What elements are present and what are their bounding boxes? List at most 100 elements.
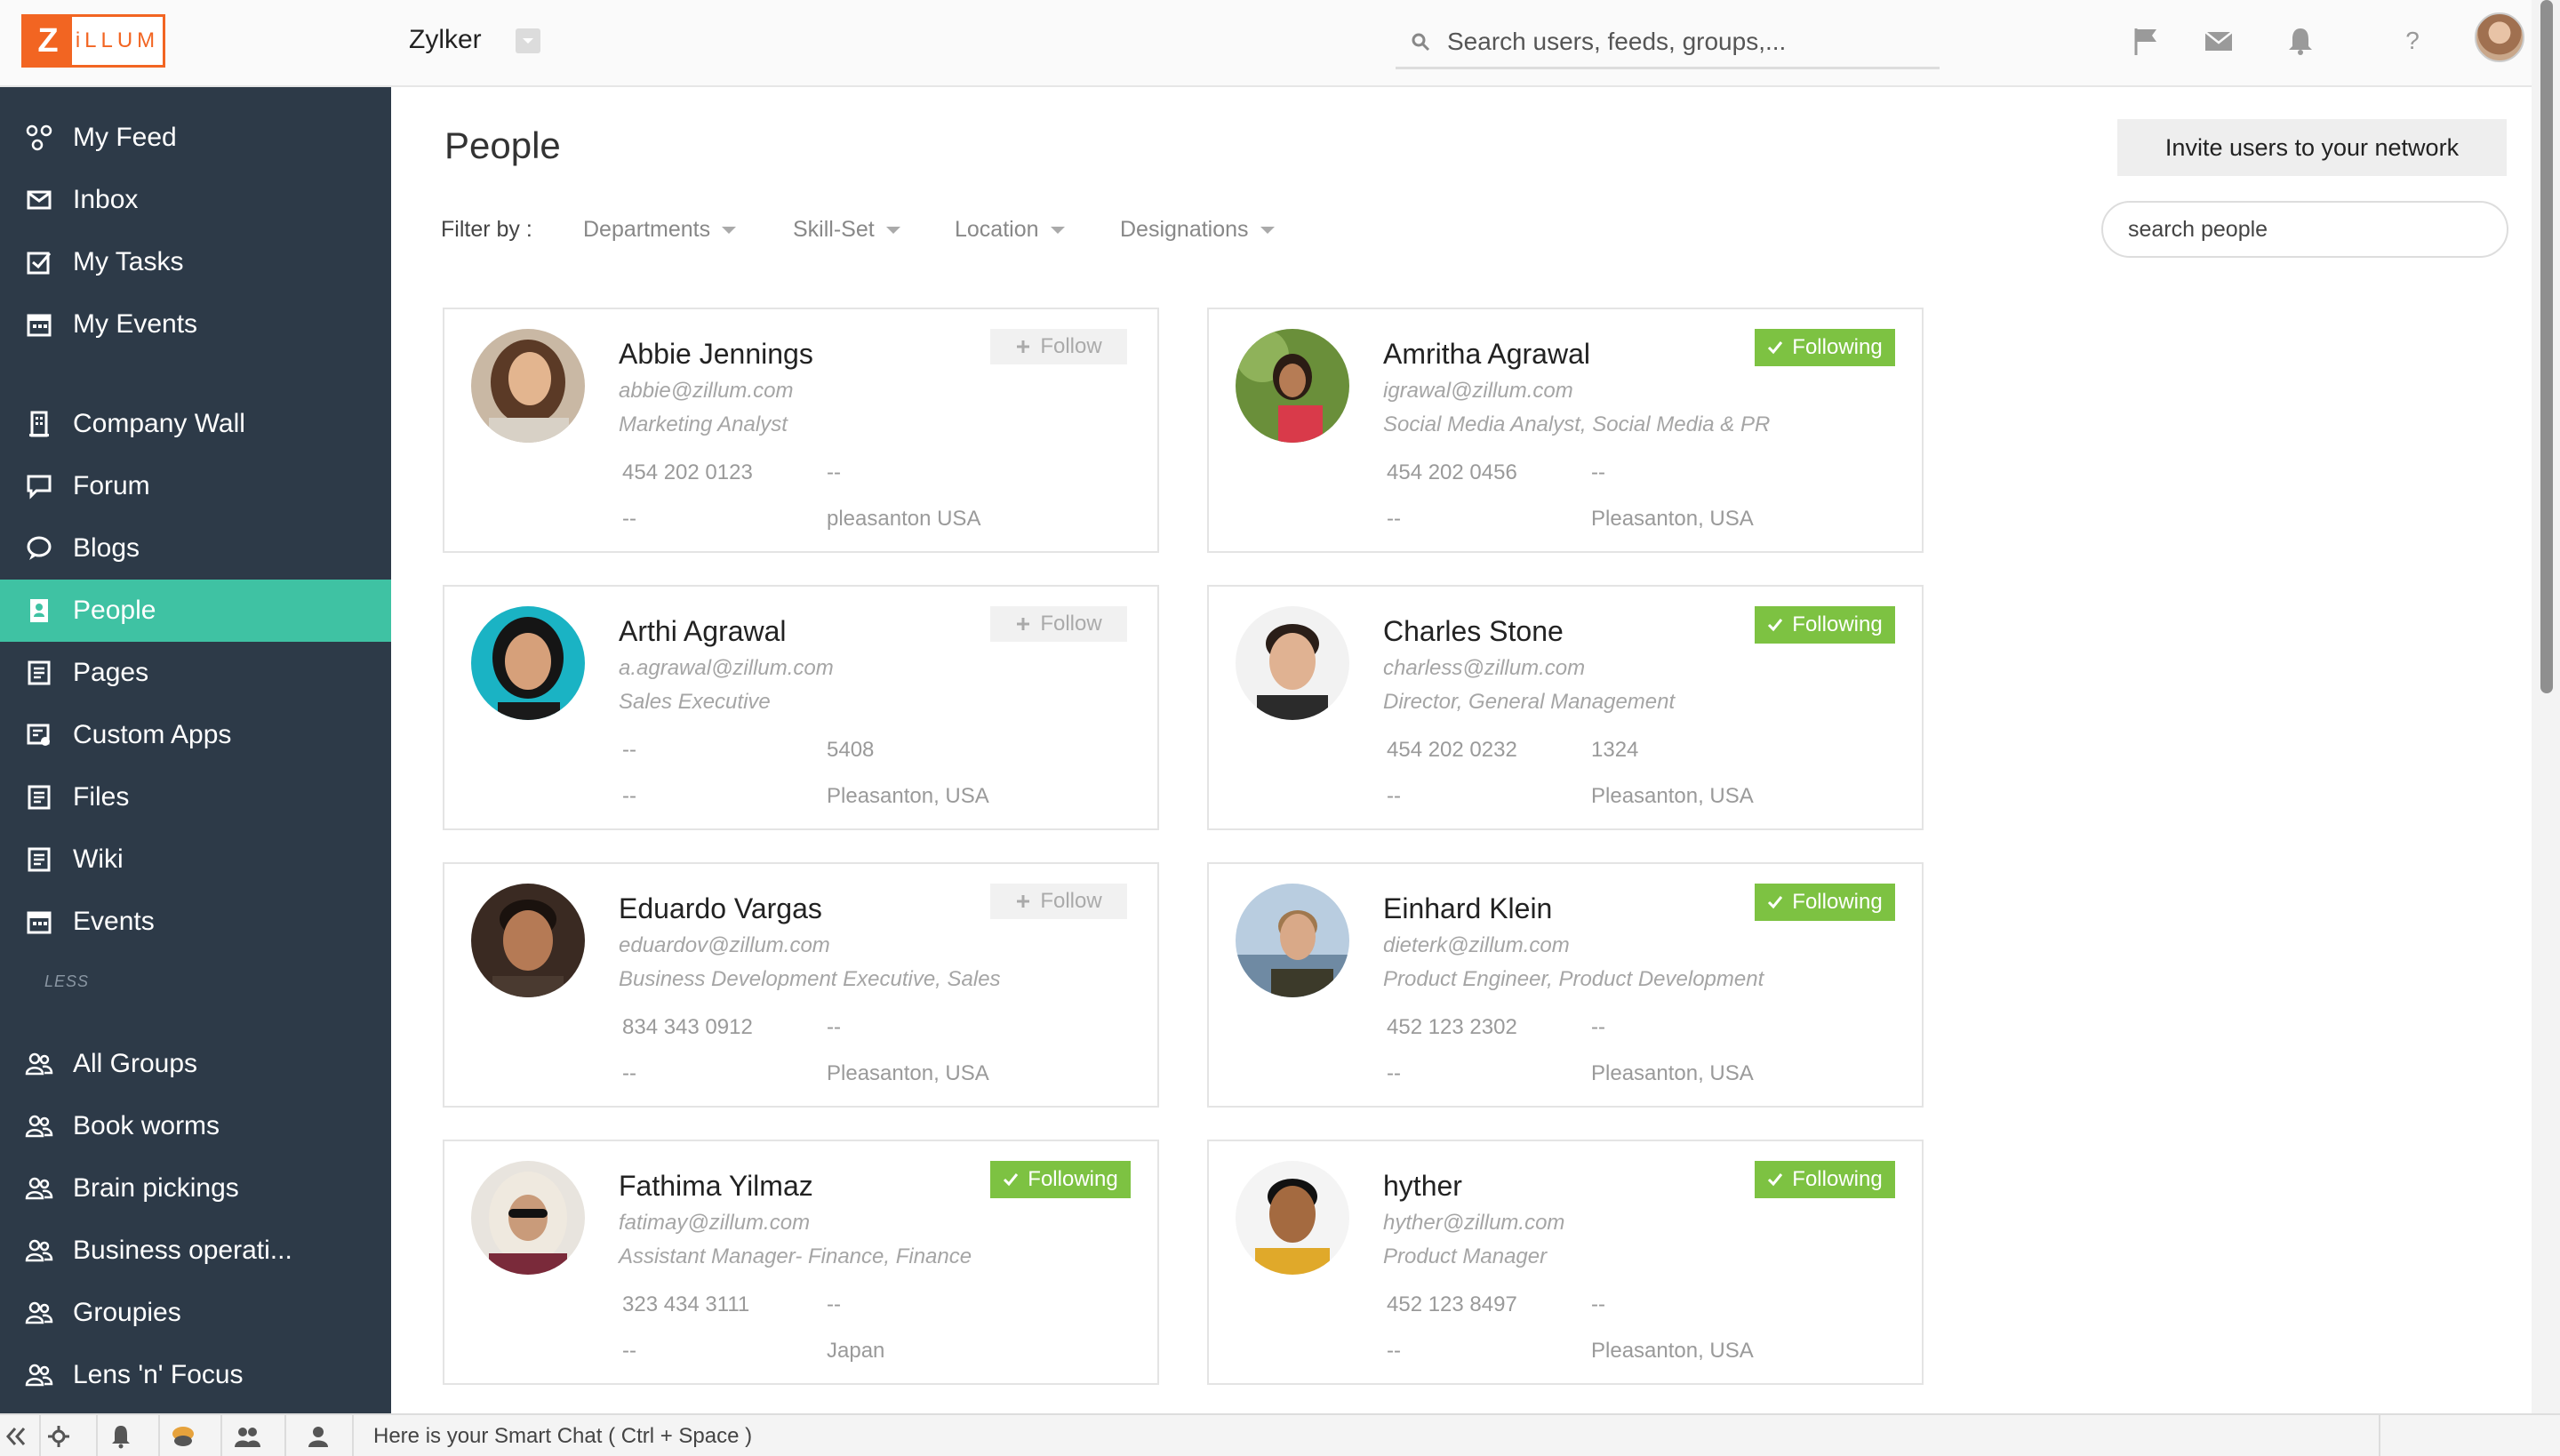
person-name[interactable]: Einhard Klein: [1383, 892, 1552, 925]
bell-icon[interactable]: [2283, 23, 2318, 59]
group-icon: [23, 1110, 55, 1142]
invite-users-button[interactable]: Invite users to your network: [2117, 119, 2507, 176]
sidebar-item-my-feed[interactable]: My Feed: [0, 107, 391, 169]
person-location: Pleasanton, USA: [1591, 1339, 1754, 1363]
filter-location[interactable]: Location: [955, 217, 1066, 243]
sidebar-item-my-events[interactable]: My Events: [0, 293, 391, 356]
zillum-logo[interactable]: Z iLLUM: [21, 14, 165, 68]
person-card[interactable]: hyther hyther@zillum.com Product Manager…: [1207, 1140, 1924, 1385]
flag-icon[interactable]: [2128, 23, 2164, 59]
following-button[interactable]: Following: [1755, 884, 1895, 921]
person-phone: 454 202 0456: [1387, 460, 1517, 484]
sidebar-item-forum[interactable]: Forum: [0, 455, 391, 517]
person-extension: --: [1591, 1015, 1605, 1039]
sidebar-item-book-worms[interactable]: Book worms: [0, 1095, 391, 1157]
org-name[interactable]: Zylker: [409, 25, 482, 55]
filter-label-text: Location: [955, 217, 1039, 242]
person-name[interactable]: Abbie Jennings: [619, 338, 813, 371]
settings-icon[interactable]: [43, 1420, 75, 1452]
contacts-group-icon[interactable]: [231, 1420, 263, 1452]
sidebar-item-events[interactable]: Events: [0, 891, 391, 953]
following-button[interactable]: Following: [1755, 606, 1895, 644]
sidebar-item-company-wall[interactable]: Company Wall: [0, 393, 391, 455]
person-email[interactable]: dieterk@zillum.com: [1383, 933, 1570, 958]
sidebar-less-toggle[interactable]: LESS: [44, 972, 89, 991]
person-email[interactable]: abbie@zillum.com: [619, 379, 793, 404]
person-email[interactable]: hyther@zillum.com: [1383, 1211, 1564, 1236]
divider: [284, 1415, 286, 1456]
person-avatar[interactable]: [1236, 884, 1349, 997]
person-name[interactable]: hyther: [1383, 1170, 1462, 1203]
page-scrollbar[interactable]: [2532, 0, 2560, 1413]
wiki-icon: [23, 844, 55, 876]
calendar-icon: [23, 308, 55, 340]
sidebar-item-all-groups[interactable]: All Groups: [0, 1033, 391, 1095]
person-avatar[interactable]: [471, 1161, 585, 1275]
user-avatar[interactable]: [2475, 12, 2524, 62]
person-avatar[interactable]: [1236, 1161, 1349, 1275]
sidebar-item-pages[interactable]: Pages: [0, 642, 391, 704]
sidebar-item-business-operations[interactable]: Business operati...: [0, 1220, 391, 1282]
follow-button[interactable]: Follow: [990, 884, 1127, 919]
person-card[interactable]: Amritha Agrawal igrawal@zillum.com Socia…: [1207, 308, 1924, 553]
people-search-input[interactable]: [2101, 201, 2508, 258]
divider: [220, 1415, 222, 1456]
person-email[interactable]: fatimay@zillum.com: [619, 1211, 810, 1236]
sidebar-item-wiki[interactable]: Wiki: [0, 828, 391, 891]
mail-icon[interactable]: [2201, 23, 2236, 59]
sidebar-item-inbox[interactable]: Inbox: [0, 169, 391, 231]
filter-skill-set[interactable]: Skill-Set: [793, 217, 901, 243]
filter-departments[interactable]: Departments: [583, 217, 737, 243]
person-name[interactable]: Amritha Agrawal: [1383, 338, 1590, 371]
person-name[interactable]: Arthi Agrawal: [619, 615, 787, 648]
global-search[interactable]: [1396, 16, 1940, 69]
notification-bell-icon[interactable]: [105, 1420, 137, 1452]
org-dropdown-icon[interactable]: [516, 28, 540, 53]
sidebar-item-people[interactable]: People: [0, 580, 391, 642]
person-name[interactable]: Eduardo Vargas: [619, 892, 822, 925]
global-search-input[interactable]: [1447, 27, 1927, 56]
sidebar-item-custom-apps[interactable]: Custom Apps: [0, 704, 391, 766]
following-button[interactable]: Following: [990, 1161, 1131, 1198]
collapse-double-chevron-icon[interactable]: [0, 1420, 32, 1452]
person-card[interactable]: Charles Stone charless@zillum.com Direct…: [1207, 585, 1924, 830]
smart-chat-prompt[interactable]: Here is your Smart Chat ( Ctrl + Space ): [373, 1424, 752, 1449]
person-card[interactable]: Einhard Klein dieterk@zillum.com Product…: [1207, 862, 1924, 1108]
person-email[interactable]: a.agrawal@zillum.com: [619, 656, 834, 681]
person-card[interactable]: Eduardo Vargas eduardov@zillum.com Busin…: [443, 862, 1159, 1108]
person-role: Marketing Analyst: [619, 412, 788, 436]
filter-label-text: Skill-Set: [793, 217, 875, 242]
person-name[interactable]: Charles Stone: [1383, 615, 1564, 648]
person-card[interactable]: Fathima Yilmaz fatimay@zillum.com Assist…: [443, 1140, 1159, 1385]
sidebar-item-groupies[interactable]: Groupies: [0, 1282, 391, 1344]
sidebar-item-my-tasks[interactable]: My Tasks: [0, 231, 391, 293]
person-avatar[interactable]: [471, 606, 585, 720]
scrollbar-thumb[interactable]: [2540, 0, 2553, 693]
follow-button[interactable]: Follow: [990, 606, 1127, 642]
person-email[interactable]: eduardov@zillum.com: [619, 933, 830, 958]
sidebar-item-blogs[interactable]: Blogs: [0, 517, 391, 580]
person-avatar[interactable]: [1236, 329, 1349, 443]
sidebar-item-brain-pickings[interactable]: Brain pickings: [0, 1157, 391, 1220]
search-icon: [1412, 33, 1430, 51]
person-avatar[interactable]: [471, 329, 585, 443]
filter-designations[interactable]: Designations: [1120, 217, 1276, 243]
sidebar-item-lens-n-focus[interactable]: Lens 'n' Focus: [0, 1344, 391, 1406]
person-email[interactable]: igrawal@zillum.com: [1383, 379, 1573, 404]
person-email[interactable]: charless@zillum.com: [1383, 656, 1585, 681]
follow-button[interactable]: Follow: [990, 329, 1127, 364]
chat-bubbles-icon[interactable]: [167, 1420, 199, 1452]
group-icon: [23, 1235, 55, 1267]
person-card[interactable]: Abbie Jennings abbie@zillum.com Marketin…: [443, 308, 1159, 553]
person-avatar[interactable]: [471, 884, 585, 997]
following-button[interactable]: Following: [1755, 329, 1895, 366]
user-icon[interactable]: [302, 1420, 334, 1452]
help-icon[interactable]: ?: [2395, 23, 2430, 59]
person-role: Product Manager: [1383, 1244, 1548, 1268]
following-button[interactable]: Following: [1755, 1161, 1895, 1198]
person-card[interactable]: Arthi Agrawal a.agrawal@zillum.com Sales…: [443, 585, 1159, 830]
follow-label: Follow: [1040, 889, 1102, 913]
person-avatar[interactable]: [1236, 606, 1349, 720]
person-name[interactable]: Fathima Yilmaz: [619, 1170, 813, 1203]
sidebar-item-files[interactable]: Files: [0, 766, 391, 828]
